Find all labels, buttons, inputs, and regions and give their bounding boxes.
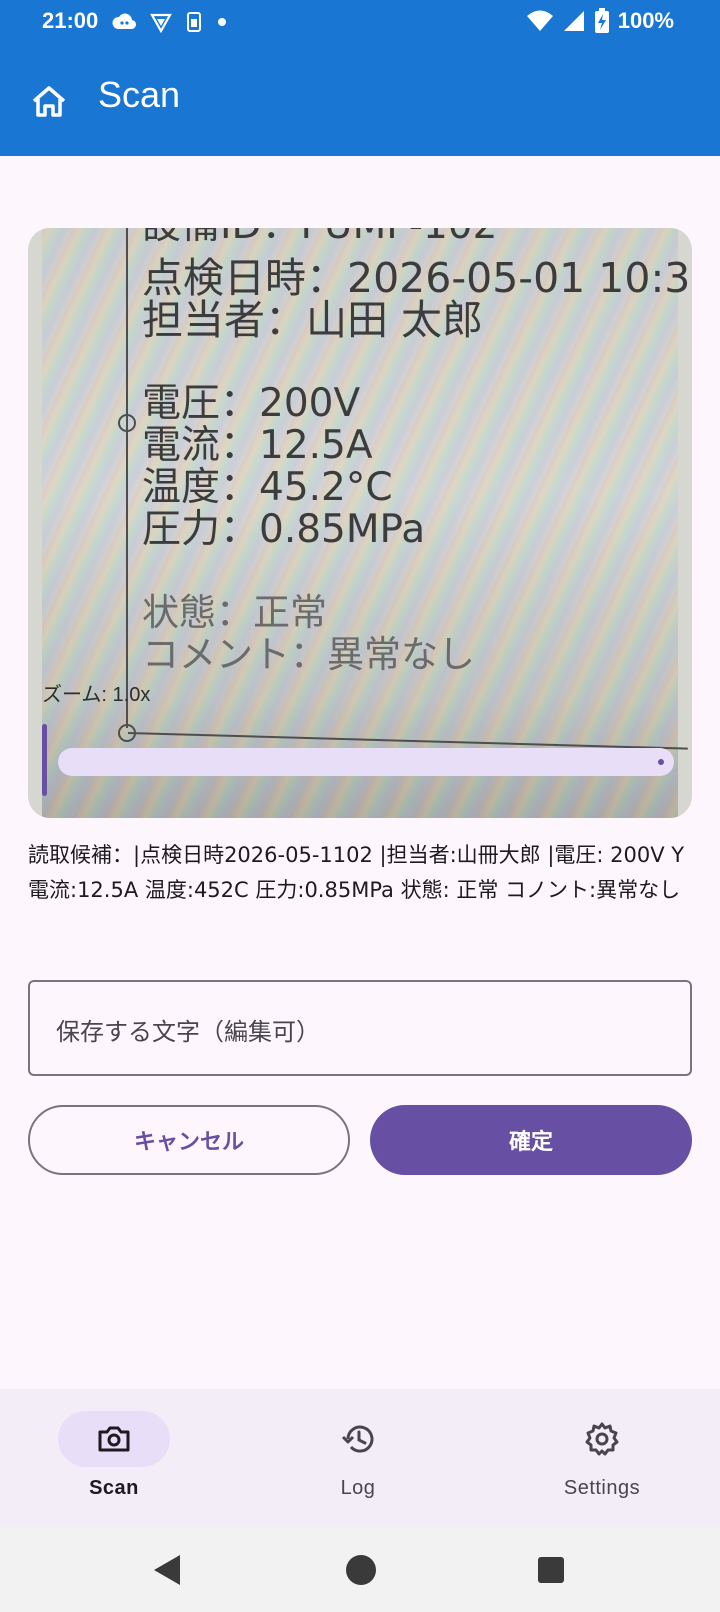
bottom-navigation: Scan Log Settings [0, 1389, 720, 1527]
nav-item-scan[interactable]: Scan [14, 1389, 214, 1527]
signal-icon [563, 11, 584, 31]
battery-percent: 100% [617, 8, 674, 33]
top-app-bar: Scan [0, 44, 720, 156]
cloud-face-icon [112, 13, 136, 30]
photo-line-inspection-time: 点検日時：2026-05-01 10:32 [142, 254, 692, 302]
home-icon[interactable] [28, 80, 70, 122]
status-bar: 21:00 100% [0, 0, 720, 44]
nav-label-settings: Settings [563, 1477, 641, 1499]
ocr-candidate-text: 読取候補：|点検日時2026-05-1102 |担当者:山冊大郎 |電圧: 20… [28, 843, 685, 902]
sheet-hole-bottom [118, 724, 136, 742]
photo-line-inspector: 担当者：山田 太郎 [142, 296, 484, 344]
photo-line-status: 状態：正常 [142, 591, 327, 634]
gear-icon [585, 1422, 619, 1456]
zoom-accent-bar [42, 724, 47, 796]
zoom-label: ズーム: 1.0x [42, 684, 151, 706]
camera-photo: 設備ID：PUMP-102 点検日時：2026-05-01 10:32 担当者：… [42, 228, 692, 818]
status-icons-left [112, 10, 228, 34]
zoom-slider-end-dot [658, 759, 664, 765]
back-icon[interactable] [152, 1553, 182, 1587]
history-icon [341, 1425, 374, 1453]
vpn-shield-icon [150, 13, 172, 33]
sheet-border-horizontal [127, 732, 688, 750]
confirm-button[interactable]: 確定 [370, 1105, 692, 1175]
photo-line-pressure: 圧力：0.85MPa [142, 507, 426, 552]
save-text-field[interactable]: 保存する文字（編集可） [28, 980, 692, 1076]
photo-line-comment: コメント：異常なし [142, 633, 475, 676]
recent-apps-button[interactable] [538, 1557, 564, 1583]
system-navigation-bar [0, 1527, 720, 1612]
page-title: Scan [98, 74, 181, 115]
cancel-button[interactable]: キャンセル [28, 1105, 350, 1175]
photo-line-equipment-id: 設備ID：PUMP-102 [142, 228, 497, 245]
dot-icon [218, 18, 226, 26]
camera-preview[interactable]: 設備ID：PUMP-102 点検日時：2026-05-01 10:32 担当者：… [28, 228, 692, 818]
status-icons-right: 100% [526, 8, 674, 34]
sheet-hole-top [118, 414, 136, 432]
nav-label-scan: Scan [89, 1477, 139, 1499]
save-text-placeholder: 保存する文字（編集可） [56, 1018, 320, 1046]
nav-item-log[interactable]: Log [258, 1389, 458, 1527]
sim-icon [187, 12, 201, 32]
sheet-border-vertical [126, 228, 128, 728]
battery-charging-icon [594, 8, 609, 33]
photo-line-temperature: 温度：45.2°C [142, 465, 393, 510]
wifi-icon [526, 10, 553, 31]
nav-label-log: Log [340, 1477, 376, 1499]
zoom-slider[interactable] [58, 748, 674, 776]
photo-line-current: 電流：12.5A [142, 423, 373, 468]
system-home-button[interactable] [346, 1555, 376, 1585]
nav-item-settings[interactable]: Settings [502, 1389, 702, 1527]
camera-icon [98, 1426, 130, 1452]
status-time: 21:00 [42, 8, 99, 33]
photo-line-voltage: 電圧：200V [142, 381, 361, 426]
